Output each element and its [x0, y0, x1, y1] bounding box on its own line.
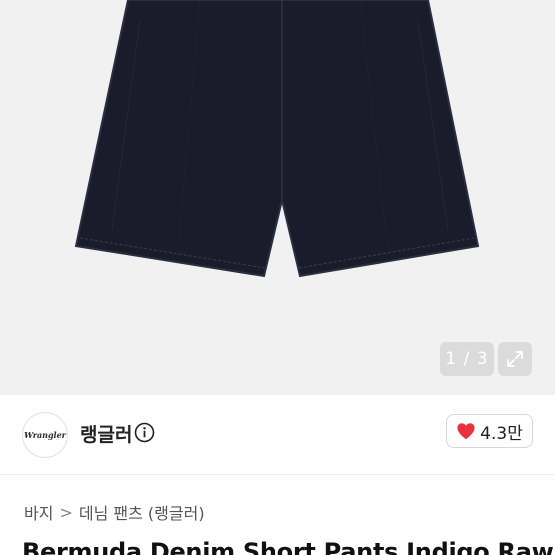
breadcrumb-item-subcategory[interactable]: 데님 팬츠 (랭글러) [79, 500, 205, 524]
product-image [74, 0, 480, 278]
image-counter-current: 1 [445, 349, 458, 369]
like-count: 4.3만 [480, 423, 523, 444]
expand-icon [507, 351, 523, 367]
image-counter-total: 3 [476, 349, 489, 369]
image-counter-separator: / [463, 349, 471, 369]
breadcrumb-item-category[interactable]: 바지 [24, 500, 53, 524]
breadcrumb-separator: > [59, 502, 73, 522]
expand-image-button[interactable] [498, 342, 532, 376]
seller-info-row: Wrangler 랭글러 4.3만 [0, 395, 555, 475]
brand-logo[interactable]: Wrangler [22, 412, 68, 458]
like-button[interactable]: 4.3만 [446, 414, 533, 448]
info-icon[interactable] [134, 422, 155, 443]
breadcrumb: 바지 > 데님 팬츠 (랭글러) [24, 500, 205, 524]
brand-logo-text: Wrangler [24, 430, 66, 440]
image-counter: 1 / 3 [440, 342, 494, 376]
product-image-gallery[interactable]: 1 / 3 [0, 0, 555, 395]
heart-icon [457, 423, 475, 440]
product-title: Bermuda Denim Short Pants Indigo Raw [22, 538, 554, 555]
shop-name[interactable]: 랭글러 [80, 420, 132, 447]
